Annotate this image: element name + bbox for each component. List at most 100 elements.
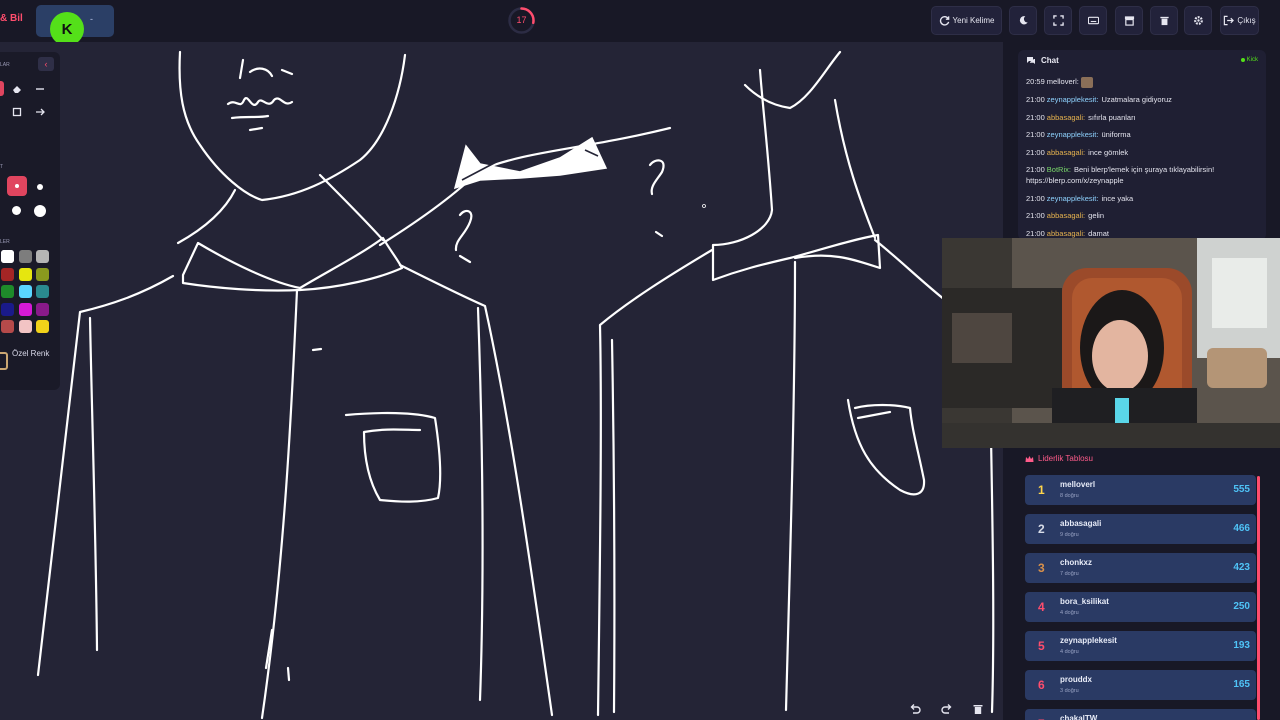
timer-value: 17 bbox=[516, 15, 527, 25]
player-correct-count: 9 doğru bbox=[1060, 532, 1079, 538]
message-username[interactable]: abbasagali: bbox=[1047, 148, 1085, 157]
color-swatch[interactable] bbox=[19, 302, 32, 316]
streamer-camera-feed bbox=[942, 238, 1280, 448]
chat-message-list[interactable]: 20:59 melloverl: 21:00 zeynapplekesit: Uzatm… bbox=[1018, 70, 1266, 240]
user-avatar[interactable]: K bbox=[50, 12, 84, 46]
color-swatch[interactable] bbox=[19, 250, 32, 263]
drawing-canvas[interactable] bbox=[0, 42, 1003, 720]
chat-message: 20:59 melloverl: bbox=[1026, 76, 1258, 88]
leaderboard-scrollbar[interactable] bbox=[1257, 476, 1260, 720]
fullscreen-button[interactable] bbox=[1044, 6, 1072, 35]
color-swatch[interactable] bbox=[1, 320, 14, 333]
chat-message: 21:00 BotRix: Beni blerp'lemek için şuraya… bbox=[1026, 164, 1258, 186]
player-name: zeynapplekesit bbox=[1060, 636, 1117, 645]
player-score: 165 bbox=[1233, 679, 1250, 690]
keyboard-button[interactable] bbox=[1079, 6, 1107, 35]
color-swatch[interactable] bbox=[1, 285, 14, 298]
tools-section-label: LAR bbox=[0, 62, 10, 68]
expand-icon bbox=[1052, 15, 1064, 26]
color-swatch[interactable] bbox=[36, 285, 49, 298]
line-tool[interactable] bbox=[32, 81, 47, 96]
new-word-button[interactable]: Yeni Kelime bbox=[931, 6, 1002, 35]
message-username[interactable]: abbasagali: bbox=[1047, 229, 1085, 238]
size-section-label: T bbox=[0, 164, 4, 170]
message-time: 21:00 bbox=[1026, 112, 1045, 122]
message-username[interactable]: zeynapplekesit: bbox=[1047, 95, 1099, 104]
color-swatch[interactable] bbox=[19, 285, 32, 298]
player-correct-count: 4 doğru bbox=[1060, 649, 1079, 655]
chat-message: 21:00 abbasagali: gelin bbox=[1026, 210, 1258, 221]
exit-button[interactable]: Çıkış bbox=[1220, 6, 1259, 35]
undo-button[interactable] bbox=[904, 698, 926, 720]
message-username[interactable]: melloverl: bbox=[1047, 77, 1079, 86]
color-swatch[interactable] bbox=[1, 250, 14, 263]
line-icon bbox=[35, 87, 44, 90]
emote-icon bbox=[1080, 76, 1093, 88]
message-username[interactable]: BotRix: bbox=[1047, 165, 1071, 174]
redo-icon bbox=[941, 704, 952, 714]
square-icon bbox=[12, 107, 21, 116]
message-username[interactable]: abbasagali: bbox=[1047, 211, 1085, 220]
custom-color-label[interactable]: Özel Renk bbox=[12, 348, 52, 360]
round-timer: 17 bbox=[507, 6, 536, 35]
leaderboard-header: Liderlik Tablosu bbox=[1025, 454, 1093, 463]
chat-message: 21:00 abbasagali: ince gömlek bbox=[1026, 147, 1258, 158]
brush-size-small[interactable] bbox=[7, 176, 27, 196]
rectangle-tool[interactable] bbox=[9, 104, 24, 119]
chat-bubble-icon bbox=[1027, 56, 1035, 64]
chat-message: 21:00 zeynapplekesit: ince yaka bbox=[1026, 193, 1258, 204]
player-correct-count: 3 doğru bbox=[1060, 688, 1079, 694]
color-swatch[interactable] bbox=[19, 267, 32, 281]
settings-button[interactable] bbox=[1184, 6, 1212, 35]
chat-title-text: Chat bbox=[1041, 55, 1059, 65]
message-username[interactable]: abbasagali: bbox=[1047, 113, 1085, 122]
color-swatch[interactable] bbox=[36, 320, 49, 333]
color-swatch[interactable] bbox=[36, 267, 49, 281]
color-swatch[interactable] bbox=[1, 267, 14, 281]
chat-panel: Chat Kick 20:59 melloverl: 21:00 zeynapplek… bbox=[1018, 50, 1266, 240]
player-rank: 5 bbox=[1038, 639, 1045, 653]
arrow-tool[interactable] bbox=[32, 104, 47, 119]
pen-tool[interactable] bbox=[0, 81, 4, 96]
delete-button[interactable] bbox=[1150, 6, 1178, 35]
leaderboard-row: 2 abbasagali 9 doğru 466 bbox=[1025, 514, 1256, 544]
collapse-toolbox-button[interactable]: ‹ bbox=[38, 57, 54, 71]
theme-button[interactable] bbox=[1009, 6, 1037, 35]
player-name: melloverl bbox=[1060, 480, 1096, 489]
player-score: 466 bbox=[1233, 523, 1250, 534]
top-bar: & Bil K - 17 Yeni Kelime Çıkış bbox=[0, 0, 1280, 46]
player-name: bora_ksilikat bbox=[1060, 597, 1109, 606]
chat-message: 21:00 abbasagali: sıfırla puanları bbox=[1026, 112, 1258, 123]
color-swatch[interactable] bbox=[1, 302, 14, 316]
new-word-label: Yeni Kelime bbox=[952, 16, 995, 25]
player-name: chakalTW bbox=[1060, 714, 1098, 720]
player-name: prouddx bbox=[1060, 675, 1092, 684]
message-username[interactable]: zeynapplekesit: bbox=[1047, 130, 1099, 139]
keyboard-icon bbox=[1087, 16, 1099, 25]
tool-palette: LAR ‹ T LER Özel Renk bbox=[0, 52, 60, 390]
color-swatch[interactable] bbox=[36, 302, 49, 316]
archive-button[interactable] bbox=[1115, 6, 1143, 35]
player-correct-count: 4 doğru bbox=[1060, 610, 1079, 616]
eraser-tool[interactable] bbox=[9, 81, 24, 96]
exit-label: Çıkış bbox=[1237, 16, 1256, 25]
player-score: 423 bbox=[1233, 562, 1250, 573]
chat-message: 21:00 zeynapplekesit: Uzatmalara gidiyoruz bbox=[1026, 94, 1258, 105]
message-username[interactable]: zeynapplekesit: bbox=[1047, 194, 1099, 203]
color-swatch[interactable] bbox=[36, 250, 49, 263]
brush-size-xlarge[interactable] bbox=[32, 203, 47, 218]
player-rank: 3 bbox=[1038, 561, 1045, 575]
brush-size-large[interactable] bbox=[9, 203, 24, 218]
leaderboard-title: Liderlik Tablosu bbox=[1038, 454, 1093, 463]
message-text: üniforma bbox=[1101, 130, 1131, 140]
color-swatch[interactable] bbox=[19, 320, 32, 333]
message-text: sıfırla puanları bbox=[1088, 112, 1136, 122]
leaderboard-row: 6 prouddx 3 doğru 165 bbox=[1025, 670, 1256, 700]
chat-message: 21:00 abbasagali: damat bbox=[1026, 228, 1258, 239]
brush-size-medium[interactable] bbox=[32, 179, 47, 194]
player-score: 250 bbox=[1233, 601, 1250, 612]
custom-color-swatch[interactable] bbox=[0, 352, 8, 370]
player-name: chonkxz bbox=[1060, 558, 1093, 567]
clear-canvas-button[interactable] bbox=[967, 698, 989, 720]
redo-button[interactable] bbox=[936, 698, 958, 720]
